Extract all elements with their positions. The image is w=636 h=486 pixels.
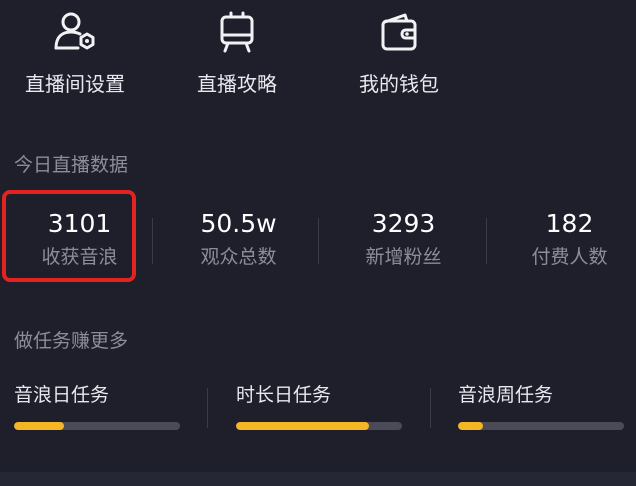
live-room-settings-button[interactable]: 直播间设置 <box>0 0 150 110</box>
shortcut-label: 我的钱包 <box>359 72 439 96</box>
task-label: 音浪日任务 <box>14 384 110 406</box>
stat-divider <box>318 218 319 264</box>
guide-board-icon <box>220 11 254 53</box>
today-stats-title: 今日直播数据 <box>14 154 129 176</box>
stat-value: 182 <box>545 209 594 238</box>
task-progress-fill <box>458 422 483 430</box>
task-label: 时长日任务 <box>236 384 332 406</box>
shortcut-label: 直播间设置 <box>25 72 125 96</box>
my-wallet-button[interactable]: 我的钱包 <box>324 0 474 110</box>
task-progress-fill <box>14 422 64 430</box>
stat-total-viewers[interactable]: 50.5w 观众总数 <box>159 196 318 286</box>
stat-value: 50.5w <box>200 209 277 238</box>
wallet-icon <box>381 13 417 51</box>
stat-value: 3293 <box>371 209 436 238</box>
stat-new-fans[interactable]: 3293 新增粉丝 <box>324 196 483 286</box>
stat-label: 观众总数 <box>200 246 277 268</box>
task-progress-track <box>458 422 624 430</box>
stat-divider <box>486 218 487 264</box>
highlight-annotation-box <box>2 190 136 282</box>
task-weekly-sound-waves[interactable]: 音浪周任务 <box>458 378 624 438</box>
stat-label: 付费人数 <box>531 246 608 268</box>
bottom-panel-edge <box>0 472 636 486</box>
stat-paying-users[interactable]: 182 付费人数 <box>490 196 636 286</box>
tasks-title: 做任务赚更多 <box>14 330 129 352</box>
task-divider <box>207 388 208 428</box>
task-divider <box>430 388 431 428</box>
task-progress-fill <box>236 422 369 430</box>
task-label: 音浪周任务 <box>458 384 554 406</box>
user-settings-icon <box>54 12 95 50</box>
task-daily-sound-waves[interactable]: 音浪日任务 <box>14 378 180 438</box>
live-guide-button[interactable]: 直播攻略 <box>162 0 312 110</box>
task-progress-track <box>14 422 180 430</box>
task-daily-duration[interactable]: 时长日任务 <box>236 378 402 438</box>
stat-divider <box>152 218 153 264</box>
live-dashboard-screen: 直播间设置 直播攻略 我的钱包 今日直播数据 3101 收获音浪 50.5w 观… <box>0 0 636 486</box>
shortcut-bar: 直播间设置 直播攻略 我的钱包 <box>0 0 636 110</box>
shortcut-label: 直播攻略 <box>197 72 277 96</box>
tasks-row: 音浪日任务 时长日任务 音浪周任务 <box>0 378 636 438</box>
task-progress-track <box>236 422 402 430</box>
stat-label: 新增粉丝 <box>365 246 442 268</box>
